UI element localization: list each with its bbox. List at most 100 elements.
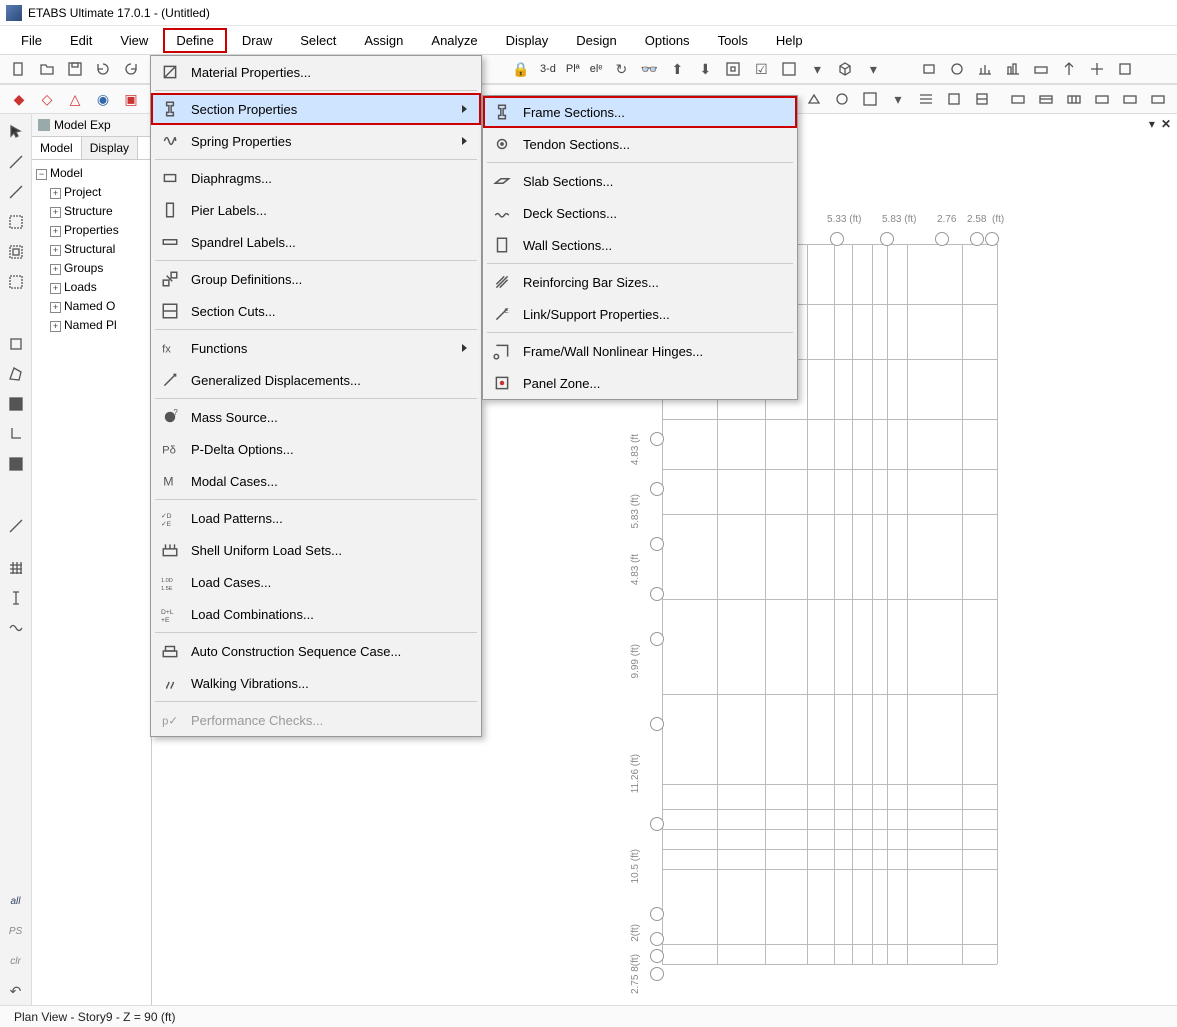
tree-item[interactable]: +Groups	[36, 259, 147, 278]
menu-item-frame-sections[interactable]: Frame Sections...	[483, 96, 797, 128]
dim-line-icon[interactable]	[2, 512, 30, 540]
menu-item-section-cuts[interactable]: Section Cuts...	[151, 295, 481, 327]
menu-draw[interactable]: Draw	[229, 28, 285, 53]
menu-item-section-properties[interactable]: Section Properties	[151, 93, 481, 125]
tree-item[interactable]: +Named O	[36, 297, 147, 316]
shape6-icon[interactable]	[1056, 56, 1082, 82]
panel-tab-display[interactable]: Display	[82, 137, 138, 159]
glasses-icon[interactable]: 👓	[636, 56, 662, 82]
menu-help[interactable]: Help	[763, 28, 816, 53]
check-icon[interactable]: ☑	[748, 56, 774, 82]
menu-item-material-properties[interactable]: Material Properties...	[151, 56, 481, 88]
section-properties-submenu[interactable]: Frame Sections...Tendon Sections... Slab …	[482, 95, 798, 400]
column-icon[interactable]	[2, 584, 30, 612]
menu-tools[interactable]: Tools	[705, 28, 761, 53]
menu-item-shell-uniform-load-sets[interactable]: Shell Uniform Load Sets...	[151, 534, 481, 566]
sel-inside-icon[interactable]	[2, 238, 30, 266]
shape7-icon[interactable]	[1084, 56, 1110, 82]
t2r7-icon[interactable]	[913, 86, 939, 112]
define-menu[interactable]: Material Properties... Section Properties…	[150, 55, 482, 737]
expand-icon[interactable]: +	[50, 321, 61, 332]
menu-item-load-patterns[interactable]: ✓D✓ELoad Patterns...	[151, 502, 481, 534]
undo-icon[interactable]	[90, 56, 116, 82]
draw-fill2-icon[interactable]	[2, 450, 30, 478]
tree-item[interactable]: +Properties	[36, 221, 147, 240]
tree-item[interactable]: +Project	[36, 183, 147, 202]
menu-item-generalized-displacements[interactable]: Generalized Displacements...	[151, 364, 481, 396]
t2c-icon[interactable]: △	[62, 86, 88, 112]
menu-item-panel-zone[interactable]: Panel Zone...	[483, 367, 797, 399]
menu-item-wall-sections[interactable]: Wall Sections...	[483, 229, 797, 261]
sel-frame-icon[interactable]	[2, 148, 30, 176]
draw-fill-icon[interactable]	[2, 390, 30, 418]
extents-icon[interactable]	[720, 56, 746, 82]
tree-item[interactable]: +Loads	[36, 278, 147, 297]
sel-window-icon[interactable]	[2, 208, 30, 236]
draw-poly-icon[interactable]	[2, 360, 30, 388]
t2s2-icon[interactable]	[1033, 86, 1059, 112]
t2a-icon[interactable]: ◆	[6, 86, 32, 112]
t2r4-icon[interactable]	[829, 86, 855, 112]
expand-icon[interactable]: +	[50, 302, 61, 313]
menu-item-performance-checks[interactable]: p✓Performance Checks...	[151, 704, 481, 736]
t2s4-icon[interactable]	[1089, 86, 1115, 112]
open-icon[interactable]	[34, 56, 60, 82]
menu-item-diaphragms[interactable]: Diaphragms...	[151, 162, 481, 194]
t2r8-icon[interactable]	[941, 86, 967, 112]
menu-item-load-cases[interactable]: 1.0D1.5ELoad Cases...	[151, 566, 481, 598]
lock-icon[interactable]: 🔒	[508, 56, 534, 82]
menu-item-modal-cases[interactable]: MModal Cases...	[151, 465, 481, 497]
undo-sel-icon[interactable]: ↶	[2, 977, 30, 1005]
menu-item-slab-sections[interactable]: Slab Sections...	[483, 165, 797, 197]
menu-item-frame-wall-nonlinear-hinges[interactable]: Frame/Wall Nonlinear Hinges...	[483, 335, 797, 367]
arrow-down-icon[interactable]: ⬇	[692, 56, 718, 82]
menu-item-deck-sections[interactable]: Deck Sections...	[483, 197, 797, 229]
menu-item-link-support-properties[interactable]: ELink/Support Properties...	[483, 298, 797, 330]
tree-item[interactable]: +Structural	[36, 240, 147, 259]
sel-cross-icon[interactable]	[2, 268, 30, 296]
draw-L-icon[interactable]	[2, 420, 30, 448]
cube-icon[interactable]	[832, 56, 858, 82]
threeD-label[interactable]: 3-d	[536, 63, 560, 75]
line-icon[interactable]	[2, 178, 30, 206]
menu-assign[interactable]: Assign	[351, 28, 416, 53]
menu-item-functions[interactable]: fxFunctions	[151, 332, 481, 364]
t2r9-icon[interactable]	[969, 86, 995, 112]
t2s6-icon[interactable]	[1145, 86, 1171, 112]
arrow-up-icon[interactable]: ⬆	[664, 56, 690, 82]
collapse-icon[interactable]: −	[36, 169, 47, 180]
clr-button[interactable]: clr	[2, 947, 30, 975]
expand-icon[interactable]: +	[50, 226, 61, 237]
canvas-dropdown-icon[interactable]: ▾	[1149, 117, 1155, 131]
pointer-icon[interactable]	[2, 118, 30, 146]
t2s1-icon[interactable]	[1005, 86, 1031, 112]
panel-tab-model[interactable]: Model	[32, 137, 82, 159]
shape2-icon[interactable]	[944, 56, 970, 82]
menu-item-p-delta-options[interactable]: PδP-Delta Options...	[151, 433, 481, 465]
grid-icon[interactable]	[2, 554, 30, 582]
menu-item-mass-source[interactable]: ?Mass Source...	[151, 401, 481, 433]
menu-item-auto-construction-sequence-case[interactable]: Auto Construction Sequence Case...	[151, 635, 481, 667]
expand-icon[interactable]: +	[50, 188, 61, 199]
shape3-icon[interactable]	[972, 56, 998, 82]
shape4-icon[interactable]	[1000, 56, 1026, 82]
wave-icon[interactable]	[2, 614, 30, 642]
menu-file[interactable]: File	[8, 28, 55, 53]
menu-design[interactable]: Design	[563, 28, 629, 53]
window-icon[interactable]	[776, 56, 802, 82]
menu-select[interactable]: Select	[287, 28, 349, 53]
elev-label[interactable]: elᵉ	[586, 63, 607, 75]
tree-item[interactable]: +Structure	[36, 202, 147, 221]
shape8-icon[interactable]	[1112, 56, 1138, 82]
menu-item-load-combinations[interactable]: D+L+ELoad Combinations...	[151, 598, 481, 630]
menu-item-tendon-sections[interactable]: Tendon Sections...	[483, 128, 797, 160]
t2s3-icon[interactable]	[1061, 86, 1087, 112]
draw-rect-icon[interactable]	[2, 330, 30, 358]
menu-item-spring-properties[interactable]: Spring Properties	[151, 125, 481, 157]
menu-view[interactable]: View	[107, 28, 161, 53]
plan-label[interactable]: Plª	[562, 63, 584, 75]
all-button[interactable]: all	[2, 887, 30, 915]
expand-icon[interactable]: +	[50, 245, 61, 256]
menu-item-spandrel-labels[interactable]: Spandrel Labels...	[151, 226, 481, 258]
menu-edit[interactable]: Edit	[57, 28, 105, 53]
